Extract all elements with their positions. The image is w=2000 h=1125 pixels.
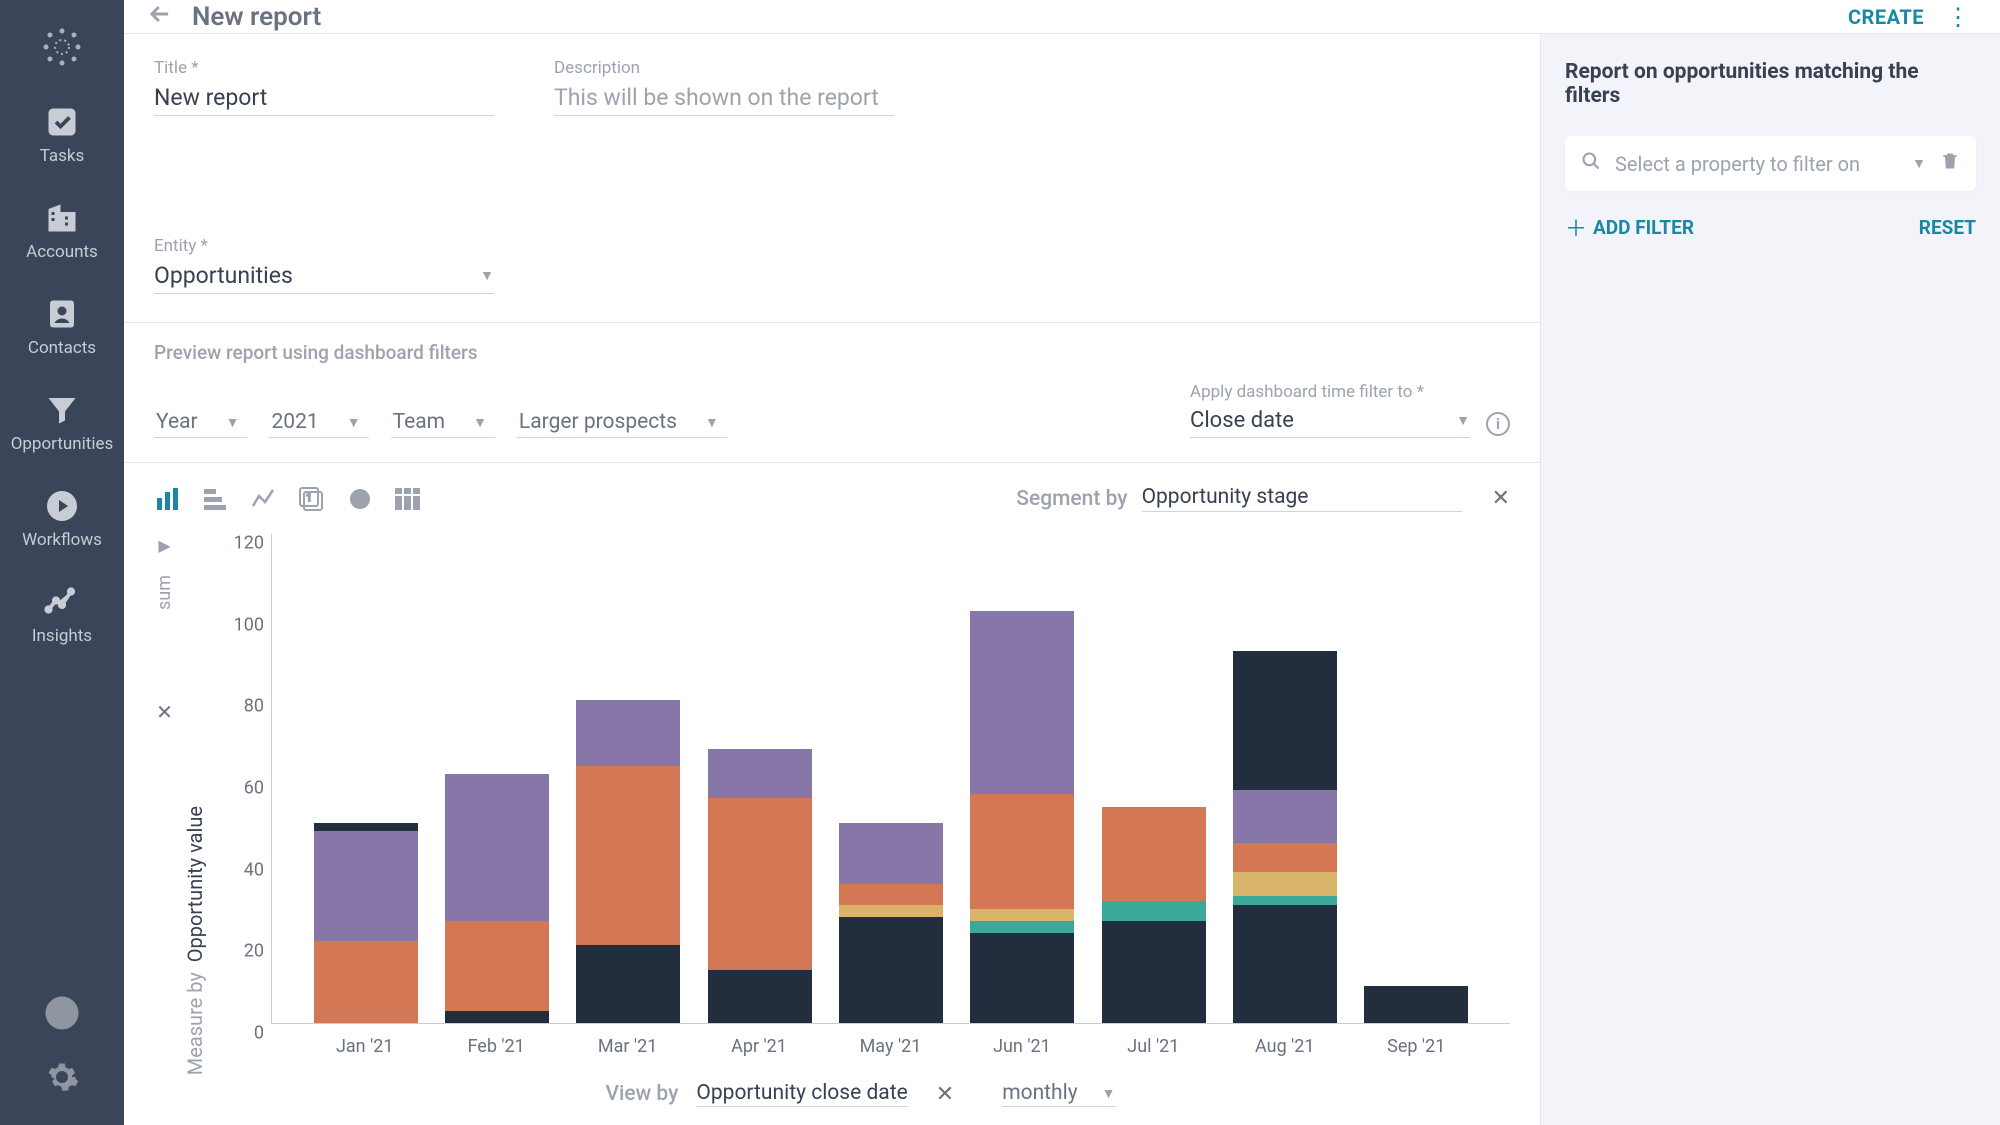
create-button[interactable]: CREATE — [1848, 5, 1924, 29]
chevron-down-icon: ▼ — [473, 414, 487, 431]
chevron-down-icon: ▼ — [226, 414, 240, 431]
clear-measure-icon[interactable]: ✕ — [156, 700, 173, 724]
report-form: Title * New report Description This will… — [124, 34, 1540, 323]
property-select[interactable]: Select a property to filter on▼ — [1615, 152, 1926, 176]
y-axis-title: Measure by Opportunity value — [183, 806, 207, 1075]
period-value-select[interactable]: 2021▼ — [269, 410, 368, 438]
segment-by-select[interactable]: Opportunity stage — [1142, 485, 1462, 512]
chart-line-icon — [44, 584, 80, 620]
bar[interactable] — [708, 749, 812, 1023]
time-filter-select: Close date▼ — [1190, 406, 1470, 438]
chevron-down-icon: ▼ — [1456, 412, 1470, 429]
sidebar-item-label: Contacts — [28, 338, 96, 358]
preview-hint: Preview report using dashboard filters — [154, 341, 1510, 364]
period-type-select[interactable]: Year▼ — [154, 410, 247, 438]
chevron-down-icon: ▼ — [1102, 1085, 1116, 1102]
play-circle-icon — [44, 488, 80, 524]
chart-type-bar-icon[interactable] — [202, 487, 230, 511]
segment-by-label: Segment by — [1016, 487, 1127, 511]
bar[interactable] — [970, 611, 1074, 1023]
sidebar-item-label: Opportunities — [11, 434, 114, 454]
bar[interactable] — [1233, 651, 1337, 1023]
granularity-select[interactable]: monthly▼ — [1002, 1081, 1115, 1107]
help-icon[interactable] — [44, 995, 80, 1031]
aggregation-label: sum — [154, 575, 175, 610]
filter-card: Select a property to filter on▼ — [1565, 136, 1976, 191]
sidebar-item-tasks[interactable]: Tasks — [40, 104, 85, 166]
bar[interactable] — [576, 700, 680, 1023]
entity-label: Entity * — [154, 236, 494, 256]
check-square-icon — [44, 104, 80, 140]
x-axis-categories: Jan '21Feb '21Mar '21Apr '21May '21Jun '… — [271, 1036, 1510, 1057]
chevron-down-icon: ▼ — [1912, 155, 1926, 172]
clear-segment-icon[interactable]: ✕ — [1492, 486, 1510, 511]
expand-series-icon[interactable]: ▶ — [158, 536, 170, 555]
chevron-down-icon: ▼ — [347, 414, 361, 431]
app-logo[interactable] — [33, 18, 91, 76]
filters-panel: Report on opportunities matching the fil… — [1540, 34, 2000, 1125]
page-title: New report — [192, 2, 321, 32]
scope-value-select[interactable]: Larger prospects▼ — [517, 410, 727, 438]
svg-text:1: 1 — [306, 493, 312, 504]
time-filter-label: Apply dashboard time filter to * — [1190, 382, 1470, 402]
sidebar-item-opportunities[interactable]: Opportunities — [11, 392, 114, 454]
chart-type-column-icon[interactable] — [154, 487, 182, 511]
dashboard-filter-preview: Preview report using dashboard filters Y… — [124, 323, 1540, 463]
description-input[interactable]: This will be shown on the report — [554, 82, 894, 116]
sidebar-item-insights[interactable]: Insights — [32, 584, 92, 646]
trash-icon[interactable] — [1940, 150, 1960, 177]
description-field[interactable]: Description This will be shown on the re… — [554, 58, 894, 116]
description-label: Description — [554, 58, 894, 78]
bar[interactable] — [445, 774, 549, 1023]
time-filter-field[interactable]: Apply dashboard time filter to * Close d… — [1190, 382, 1470, 438]
entity-field[interactable]: Entity * Opportunities ▼ — [154, 236, 494, 294]
bar[interactable] — [839, 823, 943, 1023]
view-by-select[interactable]: Opportunity close date — [696, 1081, 907, 1107]
gear-icon[interactable] — [44, 1059, 80, 1095]
sidebar: Tasks Accounts Contacts Opportunities Wo… — [0, 0, 124, 1125]
chevron-down-icon: ▼ — [705, 414, 719, 431]
chart-type-table-icon[interactable] — [394, 487, 422, 511]
more-menu-icon[interactable]: ⋮ — [1946, 3, 1970, 31]
bar[interactable] — [314, 823, 418, 1023]
sidebar-item-label: Workflows — [22, 530, 102, 550]
sidebar-item-label: Tasks — [40, 146, 85, 166]
chart-plot: 020406080100120 — [271, 534, 1510, 1024]
scope-type-select[interactable]: Team▼ — [391, 410, 495, 438]
add-filter-button[interactable]: ＋ADD FILTER — [1565, 211, 1694, 243]
title-field[interactable]: Title * New report — [154, 58, 494, 116]
bar[interactable] — [1364, 986, 1468, 1023]
chart-area: 1 Segment by Opportunity stage ✕ ▶ — [124, 463, 1540, 1125]
title-label: Title * — [154, 58, 494, 78]
funnel-icon — [44, 392, 80, 428]
chart-type-scorecard-icon[interactable]: 1 — [298, 487, 326, 511]
sidebar-item-accounts[interactable]: Accounts — [26, 200, 98, 262]
plus-icon: ＋ — [1565, 211, 1587, 243]
back-arrow-icon[interactable] — [146, 0, 174, 33]
view-by-label: View by — [605, 1082, 678, 1106]
sidebar-item-workflows[interactable]: Workflows — [22, 488, 102, 550]
entity-select[interactable]: Opportunities ▼ — [154, 260, 494, 294]
reset-button[interactable]: RESET — [1919, 216, 1976, 239]
building-icon — [44, 200, 80, 236]
info-icon[interactable]: i — [1486, 412, 1510, 436]
chart-type-line-icon[interactable] — [250, 487, 278, 511]
chevron-down-icon: ▼ — [480, 267, 494, 284]
clear-view-by-icon[interactable]: ✕ — [936, 1082, 954, 1107]
sidebar-item-label: Insights — [32, 626, 92, 646]
sidebar-item-contacts[interactable]: Contacts — [28, 296, 96, 358]
id-badge-icon — [44, 296, 80, 332]
bar[interactable] — [1102, 807, 1206, 1023]
chart-type-pie-icon[interactable] — [346, 487, 374, 511]
topbar: New report CREATE ⋮ — [124, 0, 2000, 34]
search-icon — [1581, 151, 1601, 176]
sidebar-item-label: Accounts — [26, 242, 98, 262]
title-input[interactable]: New report — [154, 82, 494, 116]
filters-panel-title: Report on opportunities matching the fil… — [1565, 60, 1976, 108]
